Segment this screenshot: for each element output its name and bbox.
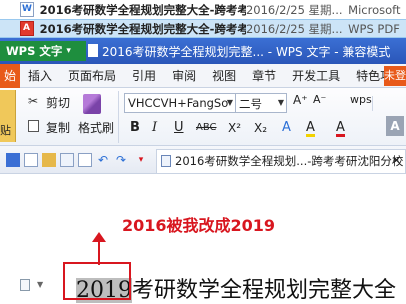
- file-name: 2016考研数学全程规划完整大全-跨考考...: [39, 21, 246, 36]
- character-shading-button[interactable]: A: [386, 116, 404, 136]
- file-date: 2016/2/25 星期...: [245, 21, 343, 36]
- customize-toolbar-icon[interactable]: ▾: [134, 153, 148, 167]
- close-icon[interactable]: ✕: [392, 150, 401, 172]
- font-size-select[interactable]: 二号 ▼: [235, 93, 287, 113]
- undo-icon[interactable]: ↶: [96, 153, 110, 167]
- title-bar: WPS 文字 ▾ 2016考研数学全程规划完整... - WPS 文字 - 兼容…: [0, 38, 406, 64]
- file-type: Microsoft: [348, 2, 401, 17]
- bold-button[interactable]: B: [130, 119, 140, 137]
- print-icon[interactable]: [60, 153, 74, 167]
- new-document-icon[interactable]: [24, 153, 38, 167]
- tab-insert[interactable]: 插入: [20, 64, 60, 88]
- ribbon-divider: [372, 96, 373, 111]
- ribbon-divider: [118, 91, 119, 143]
- copy-icon[interactable]: [28, 120, 39, 132]
- document-tab-label: 2016考研数学全程规划...-跨考考研沈阳分校 *: [175, 154, 406, 168]
- document-icon: [161, 155, 171, 167]
- wps-label: wps: [350, 93, 372, 106]
- ribbon-toolbar: 贴 ✂ 剪切 复制 格式刷 VHCCVH+FangSo ▼ 二号 ▼ A⁺ A⁻…: [0, 88, 406, 146]
- pdf-icon: [20, 21, 34, 36]
- copy-button[interactable]: 复制: [46, 119, 70, 136]
- file-row-selected[interactable]: 2016考研数学全程规划完整大全-跨考考... 2016/2/25 星期... …: [0, 19, 406, 38]
- file-name: 2016考研数学全程规划完整大全-跨考考...: [39, 2, 246, 17]
- document-tab[interactable]: 2016考研数学全程规划...-跨考考研沈阳分校 * ✕: [156, 149, 406, 173]
- font-size-value: 二号: [239, 97, 262, 111]
- menu-bar: 始 插入 页面布局 引用 审阅 视图 章节 开发工具 特色功能 未登: [0, 63, 406, 88]
- file-date: 2016/2/25 星期...: [245, 2, 343, 17]
- open-folder-icon[interactable]: [42, 153, 56, 167]
- chevron-down-icon: ▼: [226, 98, 233, 107]
- tab-references[interactable]: 引用: [124, 64, 164, 88]
- subscript-button[interactable]: X₂: [254, 119, 267, 137]
- cut-button[interactable]: 剪切: [46, 94, 70, 111]
- font-name-value: VHCCVH+FangSo: [128, 96, 229, 110]
- login-button[interactable]: 未登: [384, 66, 406, 86]
- font-name-select[interactable]: VHCCVH+FangSo ▼: [124, 93, 236, 113]
- save-icon[interactable]: [6, 153, 20, 167]
- tab-review[interactable]: 审阅: [164, 64, 204, 88]
- chevron-down-icon[interactable]: ▼: [37, 280, 43, 289]
- window-title: 2016考研数学全程规划完整... - WPS 文字 - 兼容模式: [102, 45, 391, 59]
- document-icon: [88, 44, 98, 57]
- file-row[interactable]: 2016考研数学全程规划完整大全-跨考考... 2016/2/25 星期... …: [0, 0, 406, 19]
- paste-label: 贴: [0, 124, 11, 137]
- file-type: WPS PDF: [348, 21, 400, 36]
- font-color-button[interactable]: A: [336, 119, 345, 137]
- chevron-down-icon: ▾: [66, 46, 71, 56]
- redo-icon[interactable]: ↷: [114, 153, 128, 167]
- quick-access-toolbar: ↶ ↷ ▾ 2016考研数学全程规划...-跨考考研沈阳分校 * ✕: [0, 146, 406, 174]
- chevron-down-icon: ▼: [277, 98, 284, 107]
- highlight-color-button[interactable]: A: [306, 119, 315, 137]
- tab-start[interactable]: 始: [0, 63, 21, 88]
- superscript-button[interactable]: X²: [228, 119, 241, 137]
- grow-font-button[interactable]: A⁺: [293, 93, 308, 107]
- strikethrough-button[interactable]: ABC: [196, 119, 217, 137]
- print-preview-icon[interactable]: [78, 153, 92, 167]
- text-effect-button[interactable]: A: [282, 119, 291, 137]
- annotation-text: 2016被我改成2019: [122, 216, 276, 235]
- italic-button[interactable]: I: [152, 119, 157, 137]
- highlight-box: [63, 262, 131, 300]
- tab-sections[interactable]: 章节: [244, 64, 284, 88]
- wps-app-menu-button[interactable]: WPS 文字 ▾: [0, 41, 86, 61]
- format-painter-icon[interactable]: [83, 94, 101, 114]
- heading-text: 考研数学全程规划完整大全: [132, 278, 397, 303]
- tab-page-layout[interactable]: 页面布局: [60, 64, 124, 88]
- word-doc-icon: [20, 2, 34, 17]
- tab-view[interactable]: 视图: [204, 64, 244, 88]
- format-painter-button[interactable]: 格式刷: [78, 119, 114, 136]
- paragraph-handle-icon[interactable]: [20, 279, 30, 291]
- underline-button[interactable]: U: [174, 119, 184, 137]
- file-explorer-list: 2016考研数学全程规划完整大全-跨考考... 2016/2/25 星期... …: [0, 0, 406, 38]
- shrink-font-button[interactable]: A⁻: [313, 93, 326, 106]
- scissors-icon[interactable]: ✂: [28, 94, 38, 108]
- tab-developer[interactable]: 开发工具: [284, 64, 348, 88]
- app-menu-label: WPS 文字: [6, 44, 63, 58]
